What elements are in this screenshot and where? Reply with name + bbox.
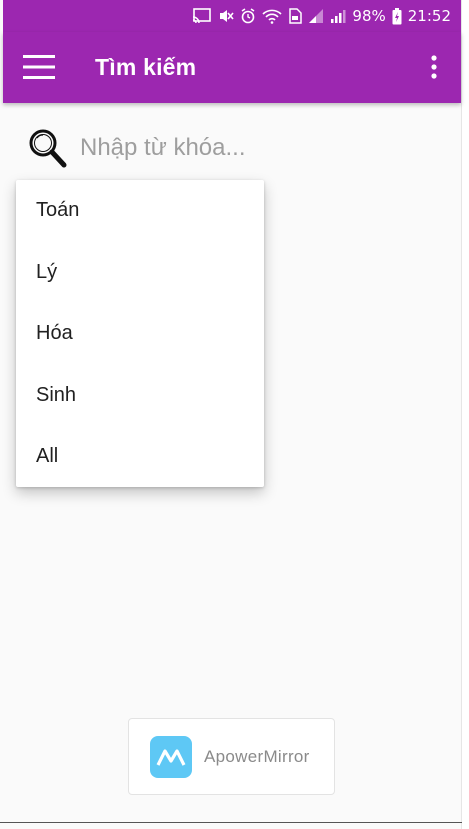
signal-icon (308, 7, 324, 25)
subject-dropdown: Toán Lý Hóa Sinh All (16, 180, 264, 487)
status-time: 21:52 (407, 7, 451, 25)
apowermirror-watermark: ApowerMirror (128, 718, 335, 795)
dropdown-item-hoa[interactable]: Hóa (16, 303, 264, 365)
alarm-icon (240, 7, 256, 25)
page-title: Tìm kiếm (95, 54, 197, 80)
edge-strip (461, 0, 469, 829)
wifi-icon (262, 7, 282, 25)
bottom-divider (0, 822, 462, 823)
search-icon (26, 127, 68, 169)
watermark-text: ApowerMirror (204, 746, 310, 766)
search-row (26, 125, 446, 171)
dropdown-item-sinh[interactable]: Sinh (16, 365, 264, 427)
app-bar: Tìm kiếm (3, 32, 461, 103)
apowermirror-logo-icon (150, 735, 192, 778)
mute-icon (218, 7, 235, 25)
hamburger-menu-icon[interactable] (23, 54, 55, 80)
status-bar: 98% 21:52 (3, 0, 461, 32)
more-vert-icon[interactable] (429, 54, 439, 80)
dropdown-item-toan[interactable]: Toán (16, 180, 264, 242)
screen: 98% 21:52 Tìm kiếm Nhập từ khóa... Toán … (0, 0, 469, 829)
search-input[interactable] (78, 133, 422, 163)
battery-charging-icon (392, 7, 402, 25)
dropdown-item-ly[interactable]: Lý (16, 242, 264, 304)
sim-icon (288, 7, 303, 25)
signal-icon (330, 7, 346, 25)
dropdown-item-all[interactable]: All (16, 426, 264, 488)
battery-percent: 98% (352, 7, 386, 25)
cast-icon (192, 7, 212, 25)
